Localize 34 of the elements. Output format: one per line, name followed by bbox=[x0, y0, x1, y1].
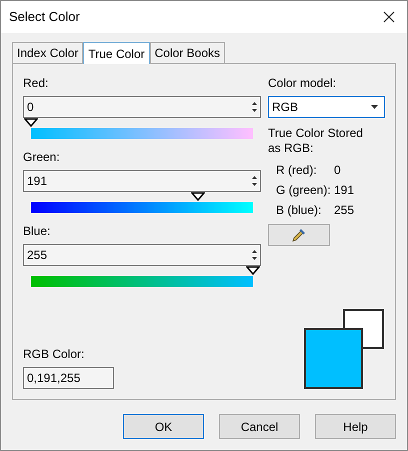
dialog-button[interactable]: Cancel bbox=[219, 414, 300, 439]
rgb-color-label: RGB Color: bbox=[23, 346, 86, 362]
window-title: Select Color bbox=[9, 8, 81, 26]
rgb-color-field[interactable]: 0,191,255 bbox=[23, 367, 114, 389]
channel-value: 191 bbox=[334, 182, 354, 199]
channel-value: 255 bbox=[334, 202, 354, 219]
number-field[interactable]: 0 bbox=[23, 96, 261, 118]
color-model-dropdown[interactable]: RGB bbox=[268, 96, 385, 118]
dropdown-arrow-icon bbox=[371, 105, 378, 109]
tab[interactable]: Index Color bbox=[12, 42, 84, 63]
field-value: 255 bbox=[27, 247, 48, 264]
tab[interactable]: Color Books bbox=[150, 42, 225, 63]
channel-name: G (green): bbox=[276, 182, 332, 199]
dialog-button[interactable]: OK bbox=[123, 414, 204, 439]
close-icon[interactable] bbox=[383, 11, 395, 23]
number-field[interactable]: 255 bbox=[23, 244, 261, 266]
number-field[interactable]: 191 bbox=[23, 170, 261, 192]
dialog-button[interactable]: Help bbox=[315, 414, 396, 439]
spinner-arrows-icon[interactable] bbox=[251, 174, 258, 188]
spinner-arrows-icon[interactable] bbox=[251, 248, 258, 262]
tab[interactable]: True Color bbox=[83, 42, 150, 64]
field-value: 0 bbox=[27, 99, 35, 116]
channel-name: R (red): bbox=[276, 162, 318, 179]
channel-value: 0 bbox=[334, 162, 341, 179]
spinner-arrows-icon[interactable] bbox=[251, 100, 258, 114]
channel-label: Blue: bbox=[23, 223, 52, 239]
field-value: 191 bbox=[27, 173, 48, 190]
color-model-label: Color model: bbox=[268, 75, 338, 91]
channel-name: B (blue): bbox=[276, 202, 322, 219]
stored-heading: True Color Stored as RGB: bbox=[268, 126, 364, 156]
channel-label: Red: bbox=[23, 75, 50, 91]
eyedropper-icon bbox=[291, 227, 307, 243]
channel-label: Green: bbox=[23, 149, 61, 165]
eyedropper-button[interactable] bbox=[268, 224, 330, 246]
